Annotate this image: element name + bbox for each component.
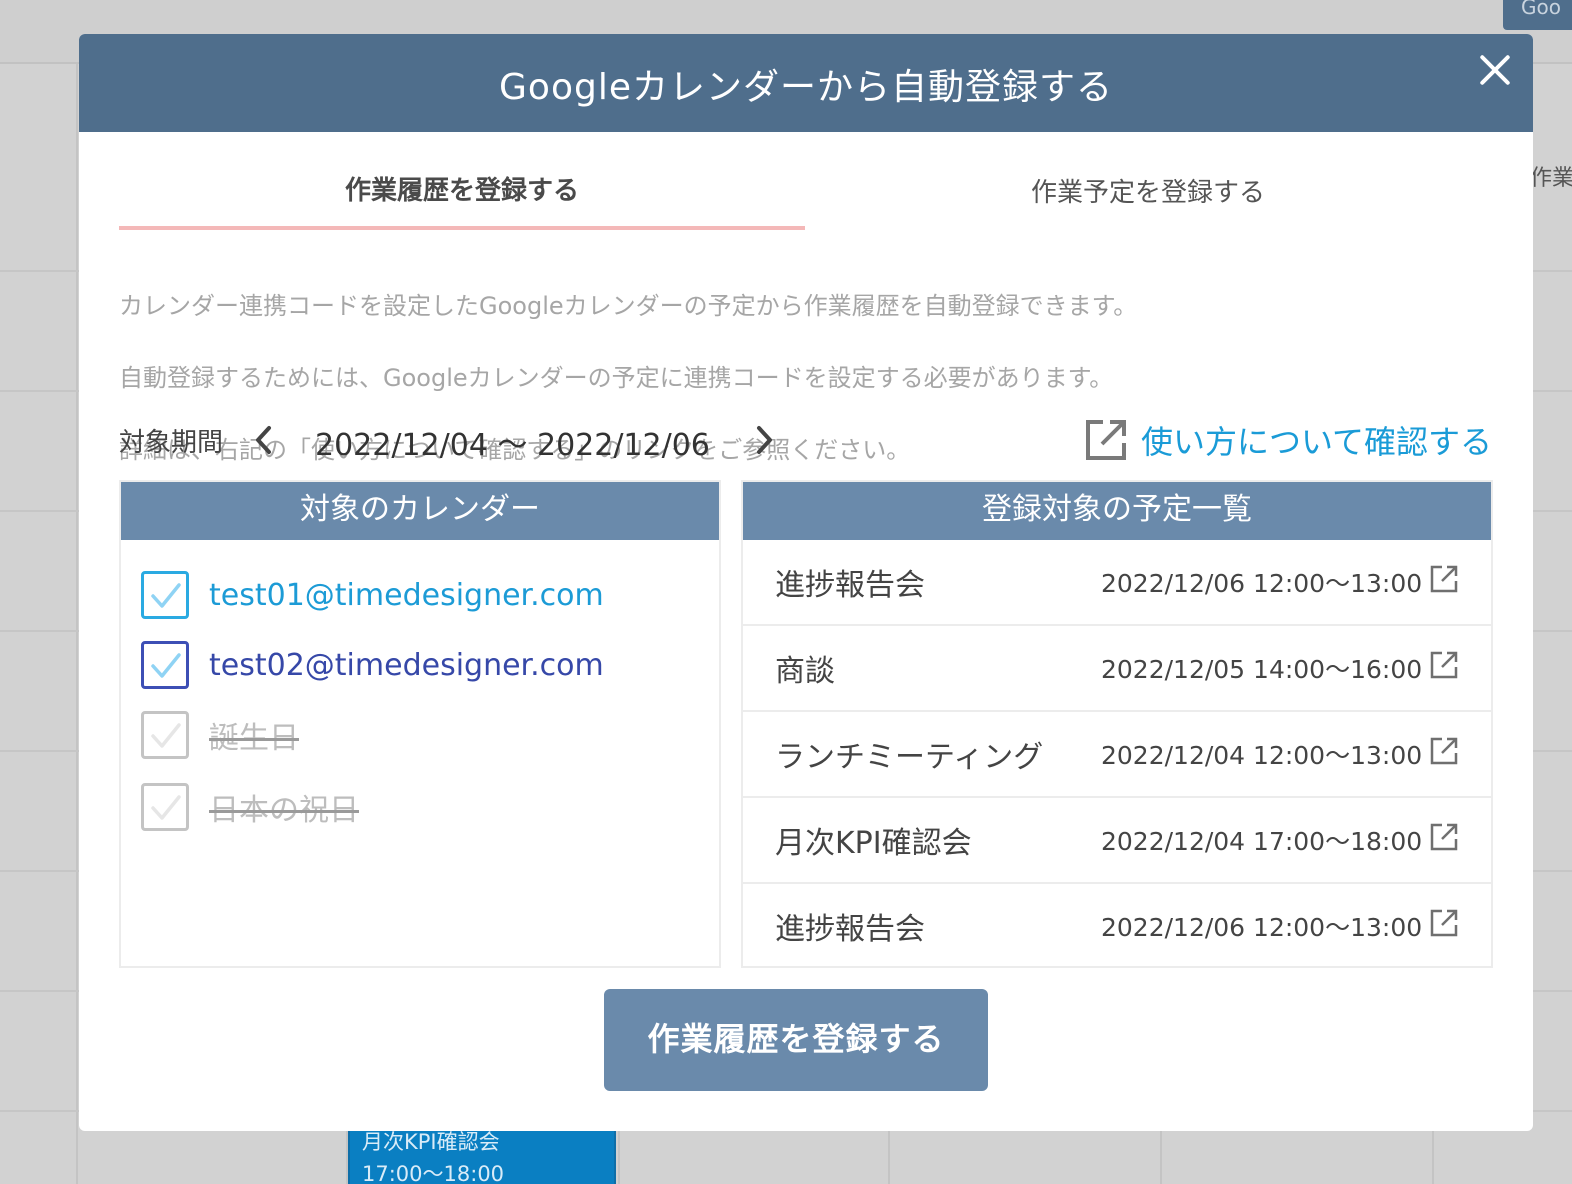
target-events-panel: 登録対象の予定一覧 進捗報告会 2022/12/06 12:00〜13:00 商… [741,480,1493,968]
background-event-time: 17:00〜18:00 [362,1162,505,1184]
period-label: 対象期間 [119,428,224,458]
event-name: 月次KPI確認会 [775,826,972,861]
open-event-icon[interactable] [1429,908,1459,938]
tab-register-plan[interactable]: 作業予定を登録する [805,172,1491,232]
event-time: 2022/12/06 12:00〜13:00 [1101,569,1423,598]
event-name: 商談 [775,654,835,689]
background-side-text: 作業 [1530,166,1572,191]
period-next-button[interactable] [749,422,779,458]
background-event: 月次KPI確認会 17:00〜18:00 [348,1124,616,1184]
calendar-label: 日本の祝日 [209,793,359,828]
check-icon [151,583,181,608]
event-row: ランチミーティング 2022/12/04 12:00〜13:00 [743,712,1491,798]
event-name: 進捗報告会 [775,568,925,603]
check-icon [151,795,181,820]
event-name: ランチミーティング [775,740,1044,775]
target-calendars-header: 対象のカレンダー [121,482,719,540]
target-events-header: 登録対象の予定一覧 [743,482,1491,540]
chevron-left-icon [256,426,271,454]
calendar-item[interactable]: 誕生日 [141,710,299,760]
event-time: 2022/12/04 12:00〜13:00 [1101,741,1423,770]
period-prev-button[interactable] [249,422,279,458]
calendar-item[interactable]: test02@timedesigner.com [141,640,604,690]
open-event-icon[interactable] [1429,822,1459,852]
target-calendars-panel: 対象のカレンダー test01@timedesigner.com test02@… [119,480,721,968]
external-link-icon [1086,420,1126,460]
calendar-item[interactable]: test01@timedesigner.com [141,570,604,620]
help-link[interactable]: 使い方について確認する [1083,416,1492,464]
background-grid-line [76,64,78,1184]
register-history-button[interactable]: 作業履歴を登録する [604,989,988,1091]
check-icon [151,723,181,748]
event-row: 商談 2022/12/05 14:00〜16:00 [743,626,1491,712]
event-row: 進捗報告会 2022/12/06 12:00〜13:00 [743,540,1491,626]
calendar-checkbox[interactable] [141,641,189,689]
tab-register-history[interactable]: 作業履歴を登録する [119,170,805,230]
open-event-icon[interactable] [1429,564,1459,594]
close-button[interactable] [1477,52,1513,88]
calendar-label: test02@timedesigner.com [209,647,604,683]
modal-header: Googleカレンダーから自動登録する [79,34,1533,132]
description: カレンダー連携コードを設定したGoogleカレンダーの予定から作業履歴を自動登録… [119,252,1489,504]
period-range: 2022/12/04 〜 2022/12/06 [315,428,710,463]
open-event-icon[interactable] [1429,736,1459,766]
google-calendar-import-modal: Googleカレンダーから自動登録する 作業履歴を登録する 作業予定を登録する … [79,34,1533,1131]
event-name: 進捗報告会 [775,912,925,947]
modal-title: Googleカレンダーから自動登録する [499,67,1113,108]
calendar-checkbox[interactable] [141,571,189,619]
description-line: 自動登録するためには、Googleカレンダーの予定に連携コードを設定する必要があ… [119,364,1114,392]
event-time: 2022/12/04 17:00〜18:00 [1101,827,1423,856]
background-corner-button: Goo [1503,0,1572,30]
open-event-icon[interactable] [1429,650,1459,680]
calendar-label: 誕生日 [209,721,299,756]
calendar-checkbox[interactable] [141,711,189,759]
event-time: 2022/12/05 14:00〜16:00 [1101,655,1423,684]
calendar-label: test01@timedesigner.com [209,577,604,613]
calendar-item[interactable]: 日本の祝日 [141,782,359,832]
event-time: 2022/12/06 12:00〜13:00 [1101,913,1423,942]
event-row: 進捗報告会 2022/12/06 12:00〜13:00 [743,884,1491,966]
calendar-checkbox[interactable] [141,783,189,831]
check-icon [151,653,181,678]
help-link-label: 使い方について確認する [1141,423,1493,461]
event-row: 月次KPI確認会 2022/12/04 17:00〜18:00 [743,798,1491,884]
chevron-right-icon [757,426,772,454]
description-line: カレンダー連携コードを設定したGoogleカレンダーの予定から作業履歴を自動登録… [119,292,1138,320]
